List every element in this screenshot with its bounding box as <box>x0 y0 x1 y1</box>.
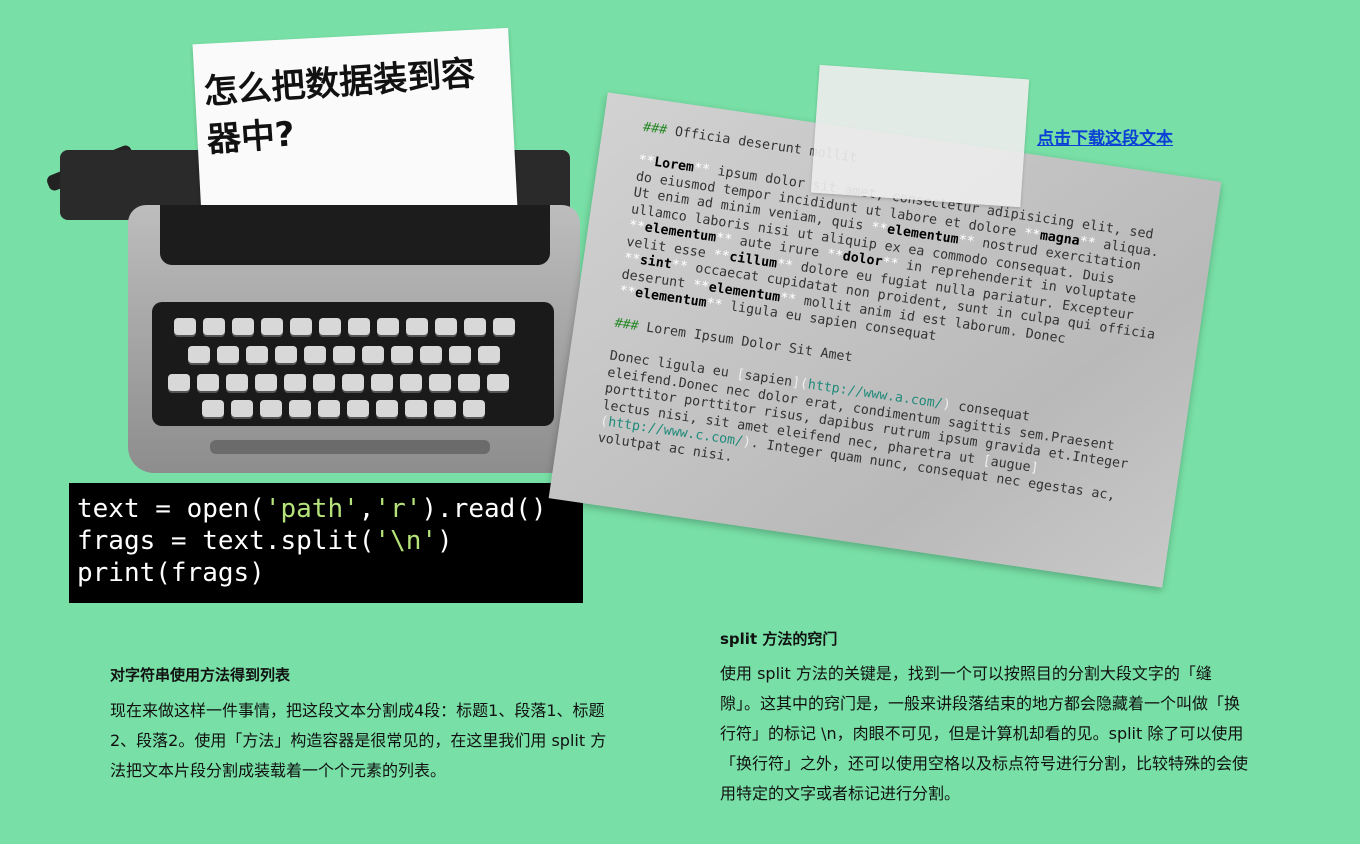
typewriter-typebars <box>160 205 550 265</box>
typewriter-key <box>290 318 312 335</box>
typewriter-key <box>342 374 364 391</box>
code-token: ).read() <box>421 494 547 524</box>
typewriter-key <box>376 400 398 417</box>
typewriter-key <box>429 374 451 391</box>
typewriter-key <box>371 374 393 391</box>
typewriter-key <box>319 318 341 335</box>
typewriter-key <box>478 346 500 363</box>
typewriter-key <box>168 374 190 391</box>
typewriter-key <box>232 318 254 335</box>
code-block: text = open('path','r').read() frags = te… <box>69 483 583 603</box>
typewriter-key <box>289 400 311 417</box>
typewriter-key <box>217 346 239 363</box>
typewriter-key <box>420 346 442 363</box>
typewriter-key <box>202 400 224 417</box>
typewriter-key <box>333 346 355 363</box>
typewriter-key <box>406 318 428 335</box>
typewriter-key <box>260 400 282 417</box>
typewriter-key <box>313 374 335 391</box>
typewriter-key <box>318 400 340 417</box>
typewriter-key <box>493 318 515 335</box>
typewriter-key <box>464 318 486 335</box>
left-heading: 对字符串使用方法得到列表 <box>110 666 291 684</box>
code-token: ) <box>437 526 453 556</box>
code-string: 'r' <box>374 494 422 524</box>
typewriter-key <box>405 400 427 417</box>
typewriter-key <box>231 400 253 417</box>
typewriter-key <box>174 318 196 335</box>
typewriter-keyboard <box>152 302 554 426</box>
typewriter-key <box>435 318 457 335</box>
code-string: '\n' <box>374 526 438 556</box>
typewriter-key <box>197 374 219 391</box>
code-line: print(frags) <box>77 557 583 589</box>
typewriter-key <box>255 374 277 391</box>
code-token: frags = text.split( <box>77 526 375 556</box>
key-row <box>174 318 515 335</box>
typewriter-key <box>458 374 480 391</box>
key-row <box>188 346 500 363</box>
typewriter-key <box>362 346 384 363</box>
typewriter-key <box>348 318 370 335</box>
tape <box>810 64 1030 208</box>
code-token: , <box>358 494 375 524</box>
left-paragraph: 现在来做这样一件事情，把这段文本分割成4段：标题1、段落1、标题2、段落2。使用… <box>110 701 607 780</box>
code-token: text = open( <box>77 494 265 524</box>
typewriter-key <box>304 346 326 363</box>
typewriter-key <box>347 400 369 417</box>
code-line: text = open('path','r').read() <box>77 493 583 525</box>
typewriter-key <box>400 374 422 391</box>
right-heading: split 方法的窍门 <box>720 630 838 648</box>
download-text-link[interactable]: 点击下载这段文本 <box>1037 124 1173 149</box>
typewriter-key <box>284 374 306 391</box>
right-paragraph: 使用 split 方法的关键是，找到一个可以按照目的分割大段文字的「缝隙」。这其… <box>720 664 1249 803</box>
typewriter-key <box>449 346 471 363</box>
typewriter-key <box>434 400 456 417</box>
typewriter-spacebar <box>210 440 490 454</box>
typewriter-key <box>226 374 248 391</box>
typewriter-key <box>275 346 297 363</box>
typewriter-key <box>188 346 210 363</box>
typewriter-key <box>203 318 225 335</box>
typewriter-key <box>487 374 509 391</box>
typewriter-key <box>246 346 268 363</box>
key-row <box>202 400 485 417</box>
code-line: frags = text.split('\n') <box>77 525 583 557</box>
key-row <box>168 374 509 391</box>
code-string: 'path' <box>264 494 359 524</box>
code-token: print(frags) <box>77 558 265 588</box>
typewriter-key <box>463 400 485 417</box>
typewriter-key <box>391 346 413 363</box>
typewriter-key <box>377 318 399 335</box>
typewriter-key <box>261 318 283 335</box>
